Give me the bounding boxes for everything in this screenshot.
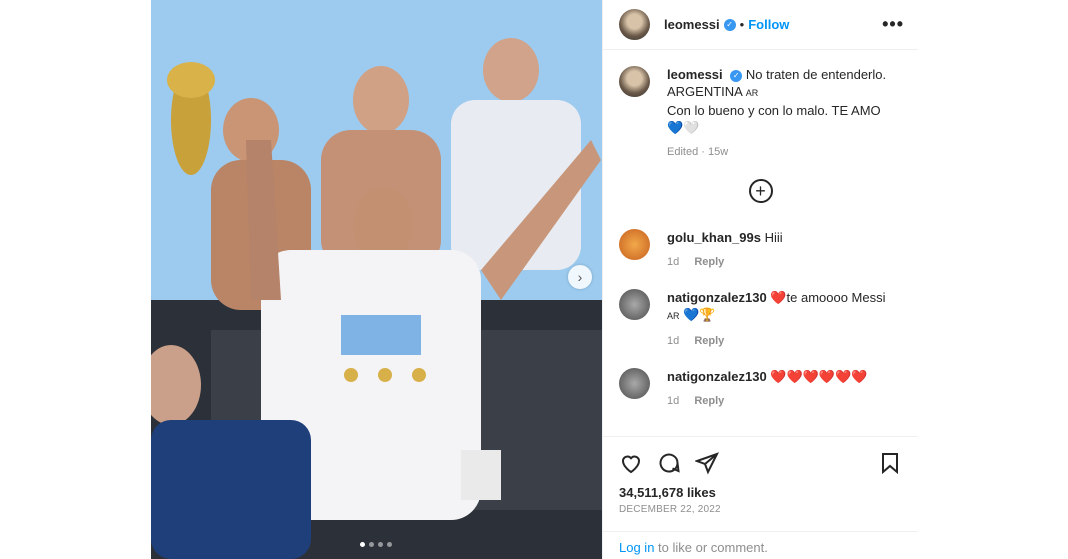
avatar[interactable] xyxy=(619,66,650,97)
share-icon[interactable] xyxy=(695,451,719,475)
follow-button[interactable]: Follow xyxy=(748,17,789,32)
comment-text: ❤️te amoooo Messi xyxy=(770,290,886,305)
separator-dot: • xyxy=(739,17,745,32)
carousel-dot xyxy=(387,542,392,547)
comment-time: 1d xyxy=(667,335,680,347)
login-text: to like or comment. xyxy=(654,540,768,555)
flag-argentina: AR xyxy=(745,88,759,98)
post-date: DECEMBER 22, 2022 xyxy=(619,504,721,515)
post-sidebar: leomessi ✓ • Follow ••• leomessi ✓ No tr… xyxy=(602,0,918,559)
avatar[interactable] xyxy=(619,289,650,320)
username-link[interactable]: leomessi xyxy=(664,17,720,32)
comment-time: 1d xyxy=(667,256,680,268)
comment-item: golu_khan_99s Hiii 1d Reply xyxy=(619,229,902,271)
bookmark-icon[interactable] xyxy=(878,451,902,475)
caption-line: ARGENTINA xyxy=(667,84,743,99)
carousel-dots xyxy=(360,542,392,547)
more-options-icon[interactable]: ••• xyxy=(882,14,904,35)
carousel-dot xyxy=(378,542,383,547)
caption-line: Con lo bueno y con lo malo. TE AMO xyxy=(667,103,881,118)
comment-icon[interactable] xyxy=(657,451,681,475)
caption-username[interactable]: leomessi xyxy=(667,67,723,82)
flag-argentina: AR xyxy=(667,311,680,321)
reply-button[interactable]: Reply xyxy=(694,256,724,268)
verified-badge-icon: ✓ xyxy=(730,69,743,82)
comment-emoji: 💙🏆 xyxy=(683,307,716,322)
likes-count[interactable]: 34,511,678 likes xyxy=(619,485,902,500)
next-slide-button[interactable]: › xyxy=(568,265,592,289)
comment-text: ❤️❤️❤️❤️❤️❤️ xyxy=(770,369,868,384)
caption-hearts: 💙🤍 xyxy=(667,120,700,135)
login-prompt: Log in to like or comment. xyxy=(603,531,918,559)
comment-time: 1d xyxy=(667,395,680,407)
post-header: leomessi ✓ • Follow ••• xyxy=(603,0,918,50)
post-media[interactable]: › xyxy=(151,0,602,559)
carousel-dot xyxy=(360,542,365,547)
chevron-right-icon: › xyxy=(577,269,583,285)
comment-username[interactable]: natigonzalez130 xyxy=(667,369,767,384)
actions-bar: 34,511,678 likes DECEMBER 22, 2022 xyxy=(603,436,918,515)
caption: leomessi ✓ No traten de entenderlo. ARGE… xyxy=(619,66,902,161)
comment-text: Hiii xyxy=(764,230,783,245)
post-photo xyxy=(151,0,602,559)
edited-label: Edited · 15w xyxy=(667,146,729,158)
comment-item: natigonzalez130 ❤️❤️❤️❤️❤️❤️ 1d Reply xyxy=(619,368,902,410)
comments-section: leomessi ✓ No traten de entenderlo. ARGE… xyxy=(603,50,918,436)
comment-username[interactable]: natigonzalez130 xyxy=(667,290,767,305)
comment-username[interactable]: golu_khan_99s xyxy=(667,230,761,245)
avatar[interactable] xyxy=(619,229,650,260)
login-link[interactable]: Log in xyxy=(619,540,654,555)
plus-circle-icon[interactable]: + xyxy=(748,179,773,203)
reply-button[interactable]: Reply xyxy=(694,395,724,407)
reply-button[interactable]: Reply xyxy=(694,335,724,347)
instagram-post: › leomessi ✓ • Follow ••• leomessi ✓ No … xyxy=(151,0,918,559)
comment-item: natigonzalez130 ❤️te amoooo Messi AR 💙🏆 … xyxy=(619,289,902,350)
heart-icon[interactable] xyxy=(619,451,643,475)
carousel-dot xyxy=(369,542,374,547)
caption-line: No traten de entenderlo. xyxy=(745,67,887,82)
avatar[interactable] xyxy=(619,9,650,40)
avatar[interactable] xyxy=(619,368,650,399)
verified-badge-icon: ✓ xyxy=(723,18,736,31)
